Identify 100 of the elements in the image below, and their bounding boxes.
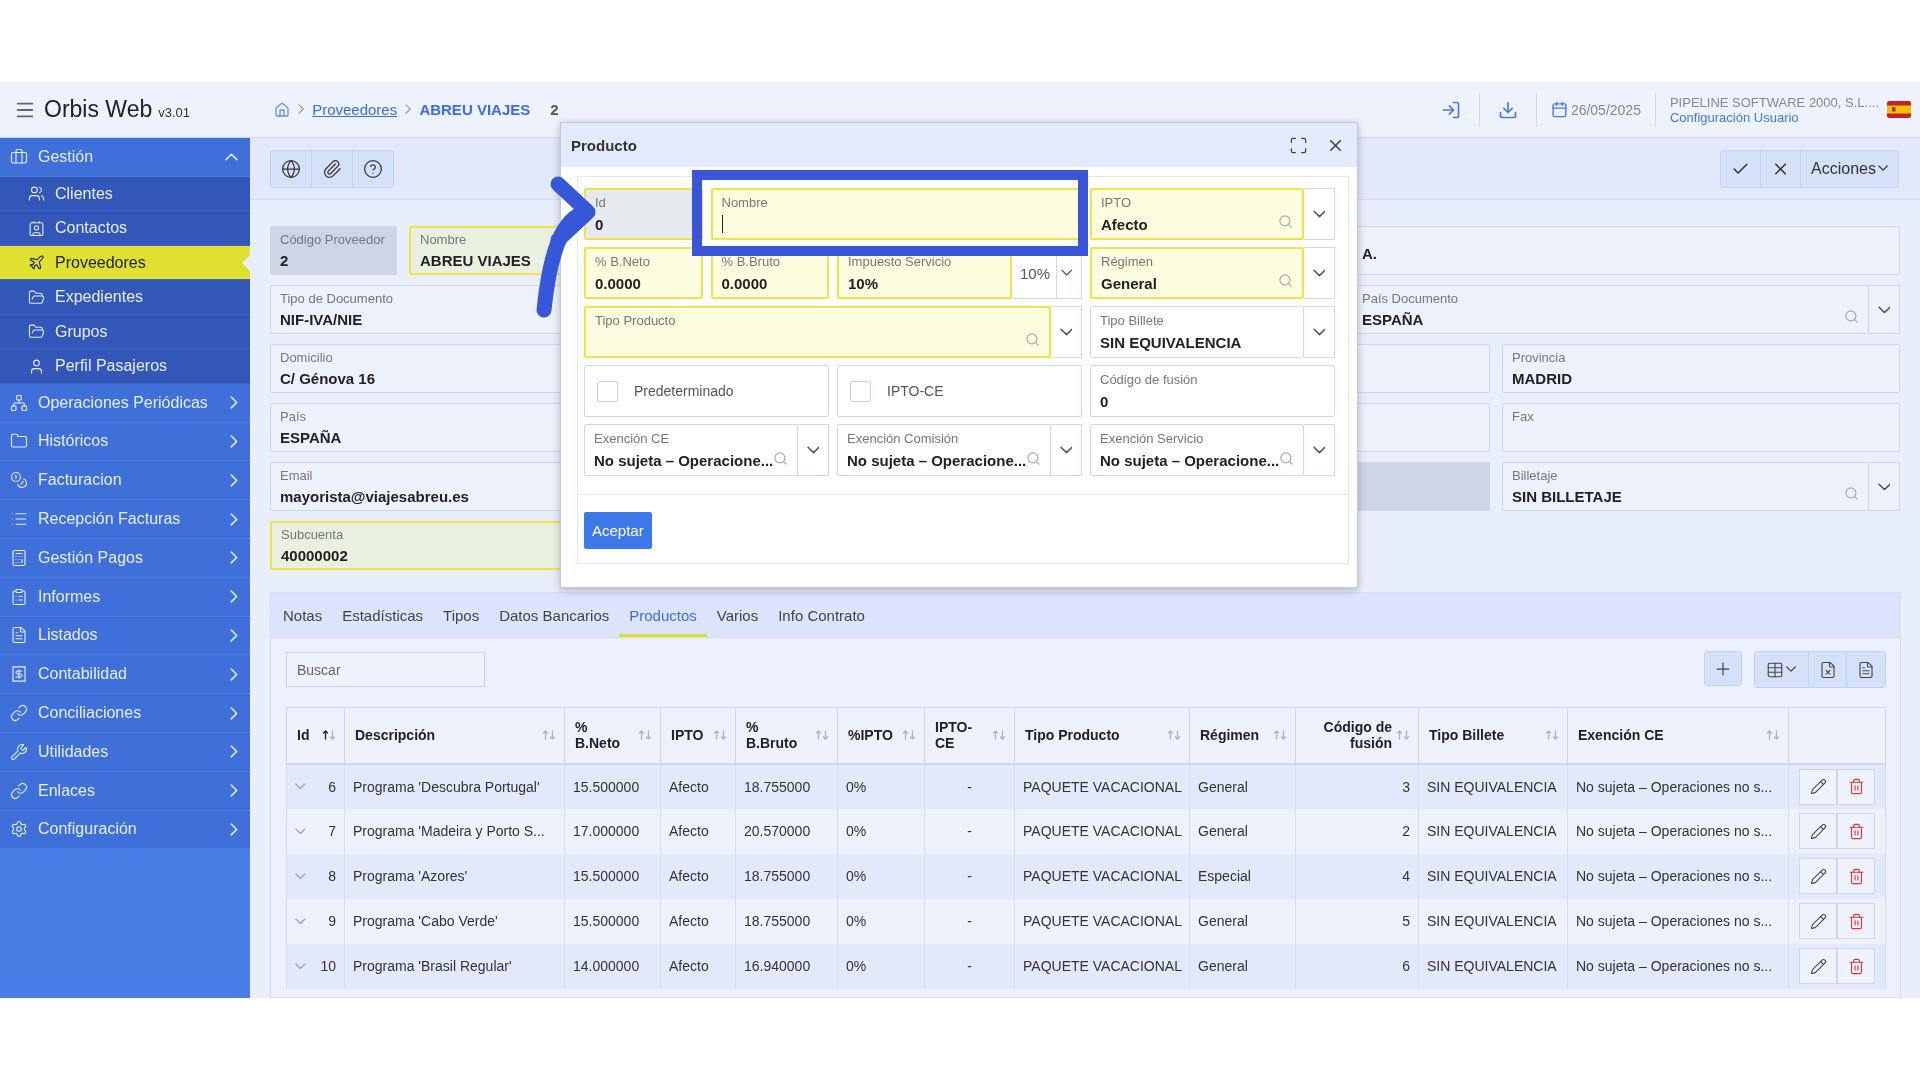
input-field[interactable]: IPTO Afecto [1090, 188, 1304, 240]
input-field[interactable]: Exención CE No sujeta – Operacione... [584, 424, 798, 476]
table-cell: 18.755000 [735, 898, 838, 944]
menu-item[interactable]: Operaciones Periódicas [0, 383, 250, 423]
edit-button[interactable] [1799, 948, 1837, 984]
web-button[interactable] [271, 150, 312, 187]
tab[interactable]: Info Contrato [768, 593, 875, 637]
input-field[interactable]: Fax [1502, 403, 1900, 452]
delete-button[interactable] [1837, 948, 1875, 984]
dropdown-button[interactable] [1051, 424, 1082, 476]
tab[interactable]: Datos Bancarios [489, 593, 620, 637]
edit-button[interactable] [1799, 813, 1837, 849]
menu-item[interactable]: Conciliaciones [0, 694, 250, 733]
tab[interactable]: Varios [706, 593, 769, 637]
input-field[interactable]: Tipo Producto [584, 306, 1051, 358]
menu-item[interactable]: Informes [0, 577, 250, 617]
delete-button[interactable] [1837, 768, 1875, 805]
input-field[interactable]: Exención Servicio No sujeta – Operacione... [1090, 424, 1304, 476]
expand-button[interactable] [295, 962, 306, 970]
expand-button[interactable] [295, 917, 306, 925]
sort-icon[interactable] [322, 730, 336, 741]
submenu-item[interactable]: Proveedores [0, 245, 250, 281]
edit-button[interactable] [1799, 858, 1837, 894]
column-header[interactable]: % B.Neto [564, 707, 661, 764]
menu-item[interactable]: Gestión [0, 138, 250, 177]
edit-button[interactable] [1799, 903, 1837, 939]
column-header[interactable]: Código de fusión [1295, 707, 1419, 764]
delete-button[interactable] [1837, 903, 1875, 939]
edit-button[interactable] [1799, 768, 1837, 805]
expand-button[interactable] [295, 827, 306, 835]
submenu-item[interactable]: Grupos [0, 314, 250, 350]
dropdown-button[interactable] [1304, 188, 1335, 240]
checkbox[interactable] [597, 380, 618, 402]
checkbox[interactable] [850, 380, 871, 402]
wrench-icon [10, 742, 28, 761]
flag-icon[interactable] [1887, 101, 1911, 118]
chevron-icon [295, 962, 306, 970]
dropdown-button[interactable] [1869, 285, 1900, 334]
column-header[interactable]: Exención CE [1567, 707, 1789, 764]
dropdown-button[interactable] [1304, 424, 1335, 476]
submenu-item[interactable]: Contactos [0, 211, 250, 246]
dropdown-button[interactable] [1304, 247, 1335, 299]
menu-item[interactable]: Recepción Facturas [0, 500, 250, 539]
user-settings-link[interactable]: Configuración Usuario [1669, 109, 1879, 125]
menu-item[interactable]: Configuración [0, 810, 250, 850]
column-header[interactable]: Régimen [1189, 707, 1296, 764]
dropdown-button[interactable] [1304, 306, 1335, 358]
cancel-button[interactable] [1761, 150, 1801, 187]
menu-item[interactable]: Utilidades [0, 732, 250, 772]
checkbox-label: Predeterminado [634, 383, 734, 399]
delete-button[interactable] [1837, 858, 1875, 894]
dropdown-button[interactable] [1869, 462, 1900, 511]
contact-card-icon [28, 219, 45, 237]
column-header[interactable]: % B.Bruto [735, 707, 838, 764]
help-button[interactable] [353, 150, 393, 187]
column-header[interactable]: Tipo Billete [1418, 707, 1568, 764]
column-header[interactable]: %IPTO [837, 707, 925, 764]
column-header[interactable]: IPTO-CE [924, 707, 1015, 764]
excel-export-button[interactable] [1809, 652, 1847, 687]
input-field[interactable]: Régimen General [1090, 247, 1304, 299]
input-field[interactable]: Exención Comisión No sujeta – Operacione... [837, 424, 1051, 476]
tab[interactable]: Productos [619, 593, 707, 637]
table-cell: Programa 'Cabo Verde' [344, 898, 565, 944]
pdf-export-button[interactable] [1847, 652, 1885, 687]
column-header[interactable]: IPTO [660, 707, 736, 764]
accept-button[interactable]: Aceptar [584, 512, 652, 549]
tab[interactable]: Notas [273, 593, 333, 637]
input-field[interactable]: Código Proveedor 2 [270, 226, 397, 275]
home-icon[interactable] [274, 101, 290, 118]
input-field[interactable]: % B.Neto 0.0000 [584, 247, 703, 299]
attach-button[interactable] [312, 150, 353, 187]
input-field[interactable]: Tipo Billete SIN EQUIVALENCIA [1090, 306, 1304, 358]
tab[interactable]: Estadísticas [332, 593, 434, 637]
menu-item[interactable]: Gestión Pagos [0, 539, 250, 578]
breadcrumb-link[interactable]: Proveedores [312, 101, 398, 118]
menu-item[interactable]: Facturacion [0, 461, 250, 501]
table-cell: Programa 'Brasil Regular' [344, 943, 565, 989]
tab[interactable]: Tipos [433, 593, 490, 637]
column-header[interactable]: Id [286, 707, 345, 764]
expand-button[interactable] [295, 783, 306, 790]
search-field[interactable]: Buscar [286, 652, 485, 687]
dropdown-button[interactable] [1051, 306, 1082, 358]
menu-item[interactable]: Históricos [0, 422, 250, 462]
columns-button[interactable] [1755, 652, 1809, 687]
add-button[interactable] [1704, 651, 1742, 686]
input-field[interactable]: Código de fusión 0 [1090, 365, 1335, 417]
actions-button[interactable]: Acciones [1801, 150, 1898, 187]
input-field[interactable]: Billetaje SIN BILLETAJE [1502, 462, 1869, 511]
menu-item[interactable]: Enlaces [0, 771, 250, 811]
column-header[interactable]: Descripción [344, 707, 565, 764]
delete-button[interactable] [1837, 813, 1875, 849]
expand-button[interactable] [295, 872, 306, 880]
menu-item[interactable]: Listados [0, 616, 250, 656]
dropdown-button[interactable] [798, 424, 829, 476]
column-header[interactable]: Tipo Producto [1014, 707, 1190, 764]
menu-item[interactable]: Contabilidad [0, 655, 250, 695]
submenu-item[interactable]: Perfil Pasajeros [0, 349, 250, 384]
input-field[interactable]: Provincia MADRID [1502, 344, 1900, 393]
submenu-item[interactable]: Expedientes [0, 280, 250, 315]
submenu-item[interactable]: Clientes [0, 176, 250, 212]
